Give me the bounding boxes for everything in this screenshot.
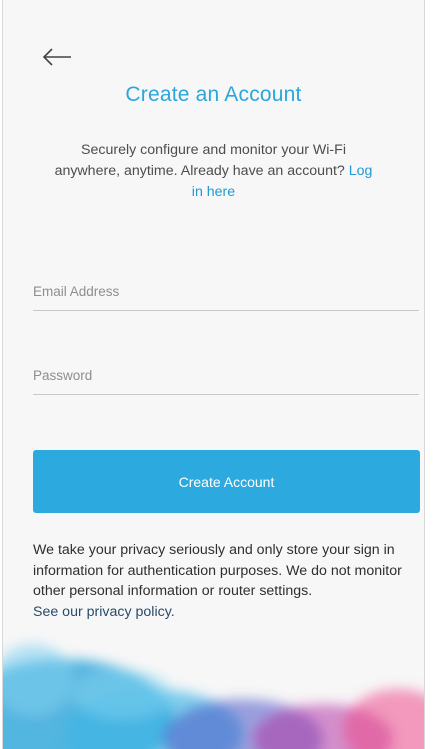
intro-text-block: Securely configure and monitor your Wi-F… (51, 140, 376, 203)
create-account-button[interactable]: Create Account (33, 450, 420, 513)
create-account-screen: Create an Account Securely configure and… (2, 0, 425, 749)
page-title: Create an Account (125, 83, 302, 106)
intro-text: Securely configure and monitor your Wi-F… (54, 142, 346, 179)
back-arrow-icon[interactable] (41, 42, 75, 72)
privacy-policy-link[interactable]: See our privacy policy. (33, 602, 403, 623)
email-input[interactable] (33, 278, 419, 310)
privacy-notice: We take your privacy seriously and only … (33, 540, 403, 622)
password-field (33, 362, 419, 395)
password-input[interactable] (33, 362, 419, 394)
email-field (33, 278, 419, 311)
privacy-text: We take your privacy seriously and only … (33, 542, 402, 599)
